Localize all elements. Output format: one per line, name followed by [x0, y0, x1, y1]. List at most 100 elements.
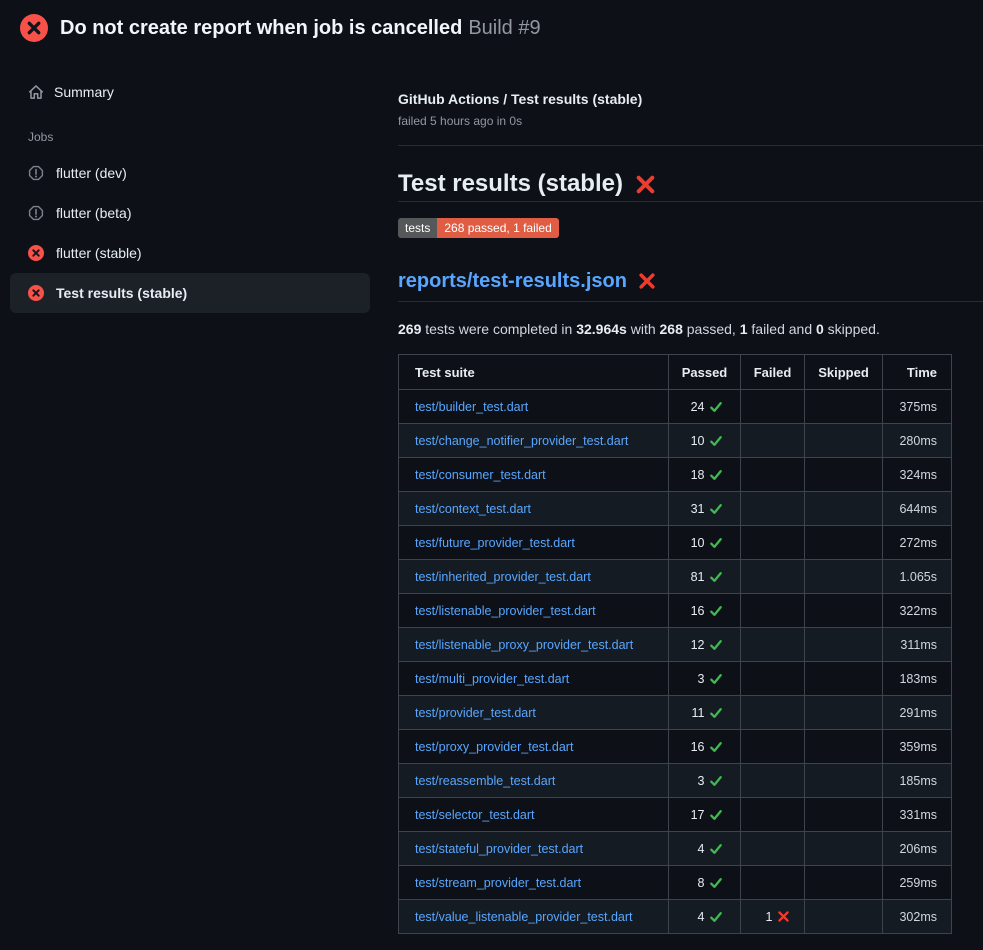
- skipped-cell: [805, 662, 883, 696]
- report-link[interactable]: reports/test-results.json: [398, 268, 627, 294]
- home-icon: [28, 84, 44, 100]
- test-suite-link[interactable]: test/reassemble_test.dart: [415, 774, 555, 788]
- test-suite-link[interactable]: test/selector_test.dart: [415, 808, 535, 822]
- passed-count: 16: [687, 740, 705, 754]
- failed-cell: 1: [741, 900, 805, 934]
- time-cell: 272ms: [883, 526, 952, 560]
- col-header-passed: Passed: [669, 355, 741, 390]
- time-cell: 1.065s: [883, 560, 952, 594]
- time-cell: 206ms: [883, 832, 952, 866]
- sidebar-item-job-2[interactable]: flutter (stable): [10, 233, 370, 273]
- test-suite-link[interactable]: test/future_provider_test.dart: [415, 536, 575, 550]
- test-suite-cell: test/value_listenable_provider_test.dart: [399, 900, 669, 934]
- test-suite-link[interactable]: test/proxy_provider_test.dart: [415, 740, 573, 754]
- passed-check-icon: [709, 706, 723, 720]
- total-duration: 32.964s: [576, 321, 627, 337]
- time-cell: 311ms: [883, 628, 952, 662]
- passed-check-icon: [709, 740, 723, 754]
- test-suite-link[interactable]: test/builder_test.dart: [415, 400, 528, 414]
- table-row: test/stateful_provider_test.dart 4 206ms: [399, 832, 952, 866]
- sidebar-item-job-0[interactable]: flutter (dev): [10, 153, 370, 193]
- failed-x-circle-icon: [28, 245, 44, 261]
- time-cell: 359ms: [883, 730, 952, 764]
- test-suite-link[interactable]: test/context_test.dart: [415, 502, 531, 516]
- test-suite-link[interactable]: test/listenable_provider_test.dart: [415, 604, 596, 618]
- test-suite-link[interactable]: test/multi_provider_test.dart: [415, 672, 569, 686]
- test-suite-cell: test/reassemble_test.dart: [399, 764, 669, 798]
- check-run-title: Test results (stable): [398, 168, 983, 202]
- failed-cell: [741, 594, 805, 628]
- test-suite-cell: test/inherited_provider_test.dart: [399, 560, 669, 594]
- jobs-section-label: Jobs: [0, 130, 380, 144]
- report-heading: reports/test-results.json: [398, 268, 983, 302]
- failed-cell: [741, 390, 805, 424]
- passed-count: 4: [687, 910, 705, 924]
- passed-count: 81: [687, 570, 705, 584]
- job-label: flutter (beta): [56, 205, 131, 221]
- table-row: test/proxy_provider_test.dart 16 359ms: [399, 730, 952, 764]
- table-row: test/future_provider_test.dart10272ms: [399, 526, 952, 560]
- test-suite-link[interactable]: test/value_listenable_provider_test.dart: [415, 910, 633, 924]
- test-suite-link[interactable]: test/listenable_proxy_provider_test.dart: [415, 638, 633, 652]
- table-row: test/inherited_provider_test.dart 81 1.065…: [399, 560, 952, 594]
- test-suite-cell: test/stream_provider_test.dart: [399, 866, 669, 900]
- passed-count: 8: [687, 876, 705, 890]
- time-cell: 291ms: [883, 696, 952, 730]
- sidebar: Summary Jobs flutter (dev) flutter (beta)…: [0, 56, 380, 950]
- header-divider: [398, 145, 983, 146]
- jobs-list: flutter (dev) flutter (beta) flutter (stab…: [0, 153, 380, 313]
- table-row: test/consumer_test.dart18324ms: [399, 458, 952, 492]
- failed-cell: [741, 764, 805, 798]
- test-suite-link[interactable]: test/change_notifier_provider_test.dart: [415, 434, 628, 448]
- page-header: Do not create report when job is cancell…: [0, 0, 983, 56]
- table-row: test/builder_test.dart24375ms: [399, 390, 952, 424]
- test-suite-cell: test/builder_test.dart: [399, 390, 669, 424]
- test-suite-link[interactable]: test/consumer_test.dart: [415, 468, 546, 482]
- passed-cell: 18: [669, 458, 741, 492]
- failed-cell: [741, 492, 805, 526]
- test-suite-link[interactable]: test/inherited_provider_test.dart: [415, 570, 591, 584]
- time-cell: 644ms: [883, 492, 952, 526]
- passed-cell: 3: [669, 662, 741, 696]
- passed-cell: 3: [669, 764, 741, 798]
- passed-count: 3: [687, 774, 705, 788]
- test-suite-cell: test/multi_provider_test.dart: [399, 662, 669, 696]
- test-suite-cell: test/listenable_provider_test.dart: [399, 594, 669, 628]
- time-cell: 259ms: [883, 866, 952, 900]
- skipped-cell: [805, 764, 883, 798]
- failed-x-icon: [777, 910, 791, 924]
- test-suite-cell: test/change_notifier_provider_test.dart: [399, 424, 669, 458]
- tests-badge-label: tests: [398, 218, 437, 238]
- failed-cell: [741, 866, 805, 900]
- passed-check-icon: [709, 672, 723, 686]
- passed-check-icon: [709, 400, 723, 414]
- passed-check-icon: [709, 876, 723, 890]
- test-suite-link[interactable]: test/stateful_provider_test.dart: [415, 842, 583, 856]
- workflow-title: Do not create report when job is cancell…: [60, 17, 462, 39]
- skipped-cell: [805, 594, 883, 628]
- test-suite-cell: test/proxy_provider_test.dart: [399, 730, 669, 764]
- test-suite-link[interactable]: test/provider_test.dart: [415, 706, 536, 720]
- time-cell: 183ms: [883, 662, 952, 696]
- sidebar-item-job-1[interactable]: flutter (beta): [10, 193, 370, 233]
- passed-cell: 10: [669, 424, 741, 458]
- sidebar-item-summary[interactable]: Summary: [0, 80, 380, 104]
- test-suite-cell: test/consumer_test.dart: [399, 458, 669, 492]
- test-suite-link[interactable]: test/stream_provider_test.dart: [415, 876, 581, 890]
- failed-count: 1: [755, 910, 773, 924]
- failed-x-icon: [635, 174, 656, 195]
- test-results-table: Test suite Passed Failed Skipped Time te…: [398, 354, 952, 934]
- failed-cell: [741, 798, 805, 832]
- skipped-cell: [805, 424, 883, 458]
- build-number: Build #9: [468, 17, 540, 39]
- passed-check-icon: [709, 502, 723, 516]
- passed-check-icon: [709, 570, 723, 584]
- skipped-cell: [805, 628, 883, 662]
- passed-count: 4: [687, 842, 705, 856]
- skipped-cell: [805, 458, 883, 492]
- sidebar-item-job-3[interactable]: Test results (stable): [10, 273, 370, 313]
- test-suite-cell: test/listenable_proxy_provider_test.dart: [399, 628, 669, 662]
- passed-cell: 16: [669, 730, 741, 764]
- skipped-cell: [805, 390, 883, 424]
- passed-count: 18: [687, 468, 705, 482]
